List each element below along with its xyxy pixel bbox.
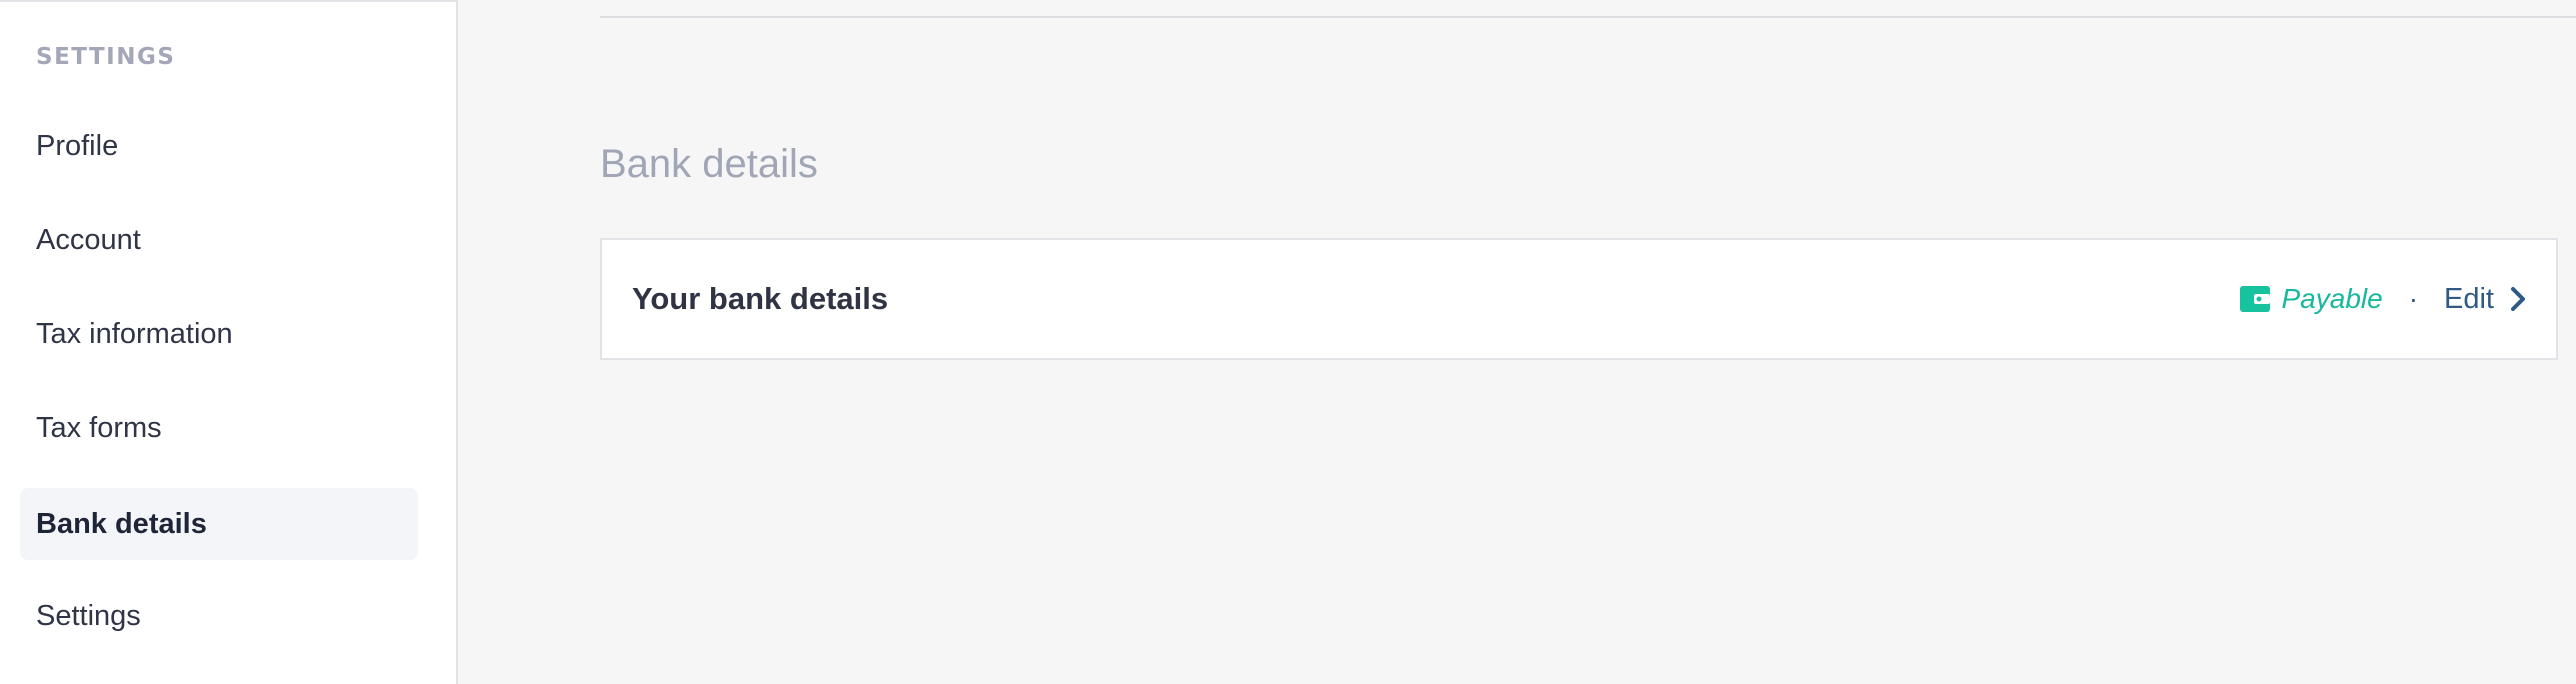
wallet-icon — [2239, 286, 2270, 312]
sidebar-item-account[interactable]: Account — [20, 204, 418, 276]
bank-details-card: Your bank details Payable · Edit — [600, 238, 2558, 360]
sidebar-item-label: Bank details — [36, 507, 207, 540]
payable-status-label: Payable — [2281, 283, 2383, 314]
sidebar-item-tax-information[interactable]: Tax information — [20, 298, 418, 370]
separator-dot: · — [2408, 283, 2419, 314]
edit-button[interactable]: Edit — [2444, 283, 2528, 316]
sidebar-item-label: Tax forms — [36, 411, 162, 444]
edit-label: Edit — [2444, 282, 2494, 315]
sidebar-item-label: Settings — [36, 599, 141, 632]
sidebar-item-label: Tax information — [36, 317, 233, 350]
sidebar-item-profile[interactable]: Profile — [20, 110, 418, 182]
sidebar-item-settings[interactable]: Settings — [20, 580, 418, 652]
card-title: Your bank details — [632, 281, 889, 316]
sidebar-heading: SETTINGS — [36, 44, 176, 70]
settings-sidebar: SETTINGS Profile Account Tax information… — [0, 0, 458, 684]
chevron-right-icon — [2508, 285, 2528, 313]
section-title: Bank details — [600, 142, 818, 186]
sidebar-item-bank-details[interactable]: Bank details — [20, 488, 418, 560]
sidebar-item-label: Account — [36, 223, 141, 256]
sidebar-item-tax-forms[interactable]: Tax forms — [20, 392, 418, 464]
section-divider — [600, 16, 2576, 18]
card-actions: Payable · Edit — [2239, 283, 2529, 316]
sidebar-item-label: Profile — [36, 129, 119, 162]
page: SETTINGS Profile Account Tax information… — [0, 0, 2576, 684]
